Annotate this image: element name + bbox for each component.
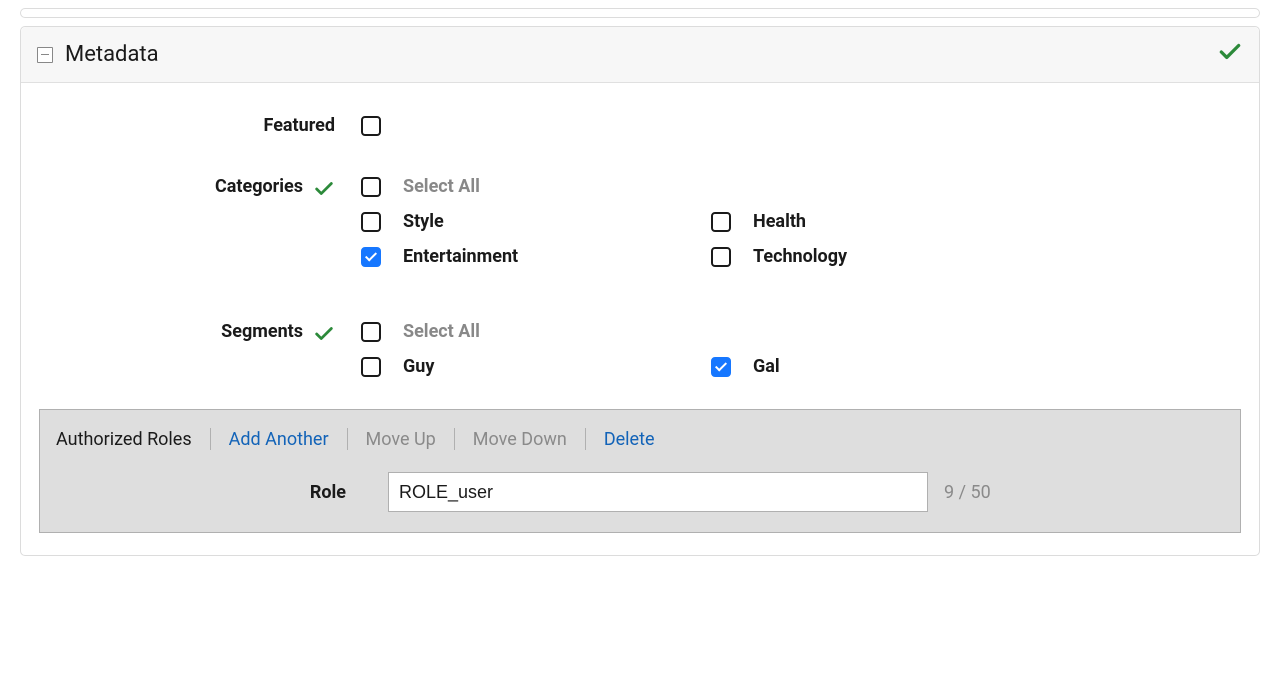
role-char-counter: 9 / 50 [944,482,991,503]
category-label[interactable]: Health [753,211,806,232]
check-icon [1217,39,1243,70]
role-row: Role 9 / 50 [56,472,1224,512]
role-label-cell: Role [56,482,388,503]
check-icon [313,178,335,205]
role-label: Role [310,482,346,503]
panel-header: Metadata [21,27,1259,83]
segments-label: Segments [221,321,303,342]
segment-label[interactable]: Guy [403,356,434,377]
segments-label-cell: Segments [61,319,361,350]
panel-body: Featured Categories Select All [21,83,1259,555]
featured-label-cell: Featured [61,113,361,136]
roles-title: Authorized Roles [56,429,192,450]
panel-title: Metadata [65,42,159,67]
segments-select-all: Select All [361,321,1259,342]
featured-checkbox[interactable] [361,116,381,136]
separator [585,428,586,450]
collapse-icon[interactable] [37,47,53,63]
check-icon [313,323,335,350]
categories-label-cell: Categories [61,174,361,205]
category-option: Style [361,211,711,232]
featured-label: Featured [264,115,336,136]
select-all-label[interactable]: Select All [403,176,480,197]
authorized-roles-section: Authorized Roles Add Another Move Up Mov… [39,409,1241,533]
metadata-panel: Metadata Featured Categories [20,26,1260,556]
segments-options: Select All Guy Gal [361,319,1259,391]
segment-checkbox-gal[interactable] [711,357,731,377]
move-up-button[interactable]: Move Up [366,429,436,450]
categories-options: Select All Style Health Entertainment [361,174,1259,281]
separator [454,428,455,450]
separator [210,428,211,450]
segments-row: Segments Select All Guy [21,319,1259,391]
add-another-button[interactable]: Add Another [229,429,329,450]
roles-toolbar: Authorized Roles Add Another Move Up Mov… [56,428,1224,450]
category-option: Technology [711,246,1061,267]
role-input[interactable] [388,472,928,512]
category-checkbox-technology[interactable] [711,247,731,267]
category-option: Health [711,211,1061,232]
featured-row: Featured [21,113,1259,136]
categories-row: Categories Select All Style [21,174,1259,281]
category-checkbox-style[interactable] [361,212,381,232]
separator [347,428,348,450]
move-down-button[interactable]: Move Down [473,429,567,450]
segment-option: Gal [711,356,1061,377]
segment-option: Guy [361,356,711,377]
featured-value-cell [361,113,1259,136]
category-option: Entertainment [361,246,711,267]
delete-button[interactable]: Delete [604,429,655,450]
categories-select-all: Select All [361,176,1259,197]
category-checkbox-health[interactable] [711,212,731,232]
previous-panel-stub [20,8,1260,18]
categories-label: Categories [215,176,303,197]
segment-label[interactable]: Gal [753,356,780,377]
category-label[interactable]: Entertainment [403,246,518,267]
segment-checkbox-guy[interactable] [361,357,381,377]
select-all-checkbox[interactable] [361,177,381,197]
category-label[interactable]: Technology [753,246,847,267]
category-label[interactable]: Style [403,211,444,232]
select-all-checkbox[interactable] [361,322,381,342]
select-all-label[interactable]: Select All [403,321,480,342]
category-checkbox-entertainment[interactable] [361,247,381,267]
